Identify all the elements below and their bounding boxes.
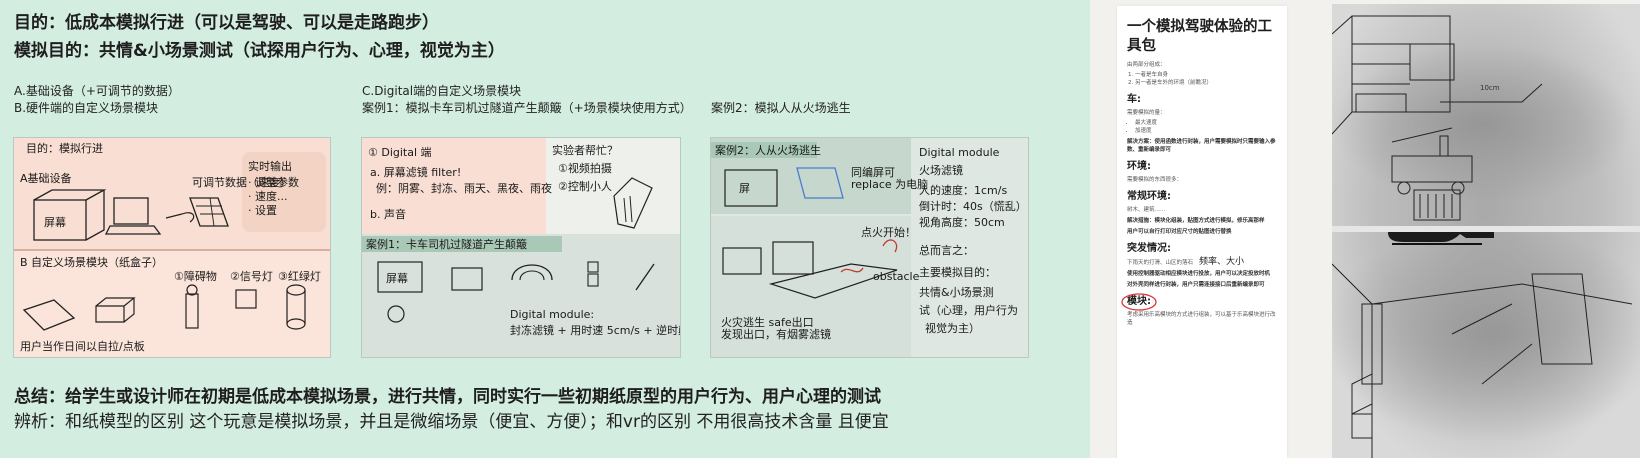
svg-text:发现出口，有烟雾滤镜: 发现出口，有烟雾滤镜	[721, 327, 831, 341]
sketch2-note-formula: 封冻滤镜 + 用时速 5cm/s + 逆时颠簸	[510, 323, 680, 337]
case2-label: 案例2：模拟人从火场逃生	[711, 101, 851, 115]
doc-regular-text: 树木、建筑……	[1127, 207, 1166, 213]
doc-title: 一个模拟驾驶体验的工具包	[1127, 19, 1272, 54]
sketch3-note-test: 试（心理，用户行为	[919, 303, 1018, 317]
goal-line-1: 目的：低成本模拟行进（可以是驾驶、可以是走路跑步）	[14, 13, 439, 33]
sketch3-note-module: Digital module	[919, 146, 1000, 159]
doc-emergency-note: 对外壳同样进行封装，用户只需连接接口后重新编录即可	[1127, 282, 1265, 288]
sketch2-note-control: ②控制小人	[558, 179, 612, 193]
doc-heading-emergency: 突发情况:	[1127, 243, 1171, 254]
doc-car-list: 最大速度 加速度	[1127, 119, 1278, 135]
doc-emergency-highlight: 频率、大小	[1199, 257, 1245, 267]
doc-emergency-text: 下雨天的打滑、山区的落石	[1127, 260, 1194, 266]
sketch3-note-filter: 火场滤镜	[919, 163, 963, 177]
sketch3-note-fire: 点火开始！	[861, 225, 916, 239]
sketch1-title: 目的：模拟行进	[26, 141, 103, 155]
doc-car-item: 加速度	[1135, 127, 1278, 135]
sketch-fire-escape: 案例2：人从火场逃生 屏 同编屏可 replace 为电脑 Digital mo…	[710, 137, 1029, 358]
sketch3-note-speed: 人的速度：1cm/s	[919, 183, 1007, 197]
doc-part-item: 另一者是车外的环境（前瞻况）	[1135, 79, 1278, 87]
toolkit-document: 一个模拟驾驶体验的工具包 由两部分组成： 一者是车自身 另一者是车外的环境（前瞻…	[1117, 6, 1287, 458]
svg-text:replace 为电脑: replace 为电脑	[851, 178, 928, 191]
photo-label: 10cm	[1480, 84, 1500, 92]
sketch2-note-module: Digital module:	[510, 308, 594, 321]
svg-text:· 设置: · 设置	[248, 204, 277, 217]
sketch1-note-obstacle: ①障碍物	[174, 269, 217, 283]
sketch1-note-b: B 自定义场景模块（纸盒子）	[20, 255, 163, 269]
doc-car-item: 最大速度	[1135, 119, 1278, 127]
sketch2-note-filter: a. 屏幕滤镜 filter!	[370, 165, 461, 179]
case1-label: 案例1：模拟卡车司机过隧道产生颠簸（+场景模块使用方式）	[362, 101, 692, 115]
svg-text:· 调整参数: · 调整参数	[248, 175, 299, 189]
doc-heading-module: 模块:	[1121, 293, 1278, 311]
svg-text:火灾逃生 safe出口: 火灾逃生 safe出口	[721, 315, 814, 329]
column-c-label: C.Digital端的自定义场景模块	[362, 84, 522, 98]
svg-text:屏幕: 屏幕	[44, 215, 66, 229]
sketch2-note-examples: 例：阴雾、封冻、雨天、黑夜、雨夜	[376, 181, 552, 195]
svg-text:实时输出: 实时输出	[248, 159, 292, 173]
svg-text:用户当作日间以自拉/点板: 用户当作日间以自拉/点板	[20, 339, 145, 353]
whiteboard: 目的：低成本模拟行进（可以是驾驶、可以是走路跑步） 模拟目的：共情&小场景测试（…	[0, 0, 1090, 458]
doc-heading-regular: 常规环境:	[1127, 191, 1171, 202]
sketch3-note-visual: 视觉为主）	[925, 321, 980, 335]
doc-env-text: 需要模拟的东西很多：	[1127, 177, 1183, 183]
sketch1-note-signal: ②信号灯	[230, 270, 273, 283]
doc-parts-list: 一者是车自身 另一者是车外的环境（前瞻况）	[1127, 71, 1278, 87]
sketch1-note-a: A基础设备	[20, 171, 72, 185]
sketch3-note-conclusion: 总而言之：	[919, 243, 974, 257]
sketch-photo: 10cm	[1332, 4, 1640, 458]
analysis-text: 辨析：和纸模型的区别 这个玩意是模拟场景，并且是微缩场景（便宜、方便）；和vr的…	[14, 412, 889, 432]
sketch2-note-case1: 案例1：卡车司机过隧道产生颠簸	[366, 237, 527, 251]
svg-text:同编屏可: 同编屏可	[851, 165, 895, 179]
sketch2-note-video: ①视频拍摄	[558, 161, 612, 175]
sketch-basic-equipment: 目的：模拟行进 A基础设备 屏幕 可调节数据（速度） 实时输出 · 调整参数 ·…	[13, 137, 331, 358]
doc-car-solution: 解决方案：使用函数进行封装，用户需要模拟时只需要输入参数、重新编录即可	[1127, 139, 1276, 153]
svg-text:· 速度...: · 速度...	[248, 189, 287, 203]
sketch2-note-digital: ① Digital 端	[368, 146, 432, 159]
column-b-label: B.硬件端的自定义场景模块	[14, 101, 159, 115]
doc-intro: 由两部分组成：	[1127, 62, 1166, 68]
doc-part-item: 一者是车自身	[1135, 71, 1278, 79]
sketch3-note-empathy: 共情&小场景测	[919, 285, 994, 299]
sketch3-note-obstacle: obstacle	[873, 270, 920, 283]
sketch3-note-goal: 主要模拟目的：	[919, 265, 996, 279]
sketch2-note-screen: 屏幕	[386, 271, 408, 285]
sketch2-note-sound: b. 声音	[370, 207, 406, 221]
doc-heading-env: 环境:	[1127, 161, 1151, 172]
svg-text:屏: 屏	[739, 182, 750, 195]
sketch2-note-helper: 实验者帮忙？	[552, 143, 618, 157]
doc-module-text: 考虑采用乐高模块的方式进行组装，可以基于乐高模块进行改造	[1127, 312, 1276, 326]
sketch3-note-case2: 案例2：人从火场逃生	[715, 143, 821, 157]
doc-emergency-solution: 使用控制器驱动相应模块进行投放，用户可以决定投放时机	[1127, 271, 1271, 277]
doc-emergency-line: 下雨天的打滑、山区的落石 频率、大小	[1127, 258, 1278, 267]
red-circle-annotation-icon	[1121, 293, 1157, 311]
sketch-digital-module: ① Digital 端 a. 屏幕滤镜 filter! 例：阴雾、封冻、雨天、黑…	[361, 137, 681, 358]
doc-heading-car: 车:	[1127, 94, 1141, 105]
goal-line-2: 模拟目的：共情&小场景测试（试探用户行为、心理，视觉为主）	[14, 41, 505, 61]
column-a-label: A.基础设备（+可调节的数据）	[14, 84, 180, 98]
sketch3-note-countdown: 倒计时：40s（慌乱）	[919, 200, 1027, 213]
sketch3-note-height: 视角高度：50cm	[919, 215, 1005, 229]
doc-regular-note: 用户可以自行打印对应尺寸的贴图进行替换	[1127, 229, 1232, 235]
sketch1-note-light: ③红绿灯	[278, 269, 321, 283]
summary-text: 总结：给学生或设计师在初期是低成本模拟场景，进行共情，同时实行一些初期纸原型的用…	[14, 387, 881, 407]
doc-regular-solution: 解决措施：模块化组装，贴图方式进行模拟，修乐高那样	[1127, 218, 1265, 224]
doc-car-text: 需要模拟的量：	[1127, 110, 1166, 116]
